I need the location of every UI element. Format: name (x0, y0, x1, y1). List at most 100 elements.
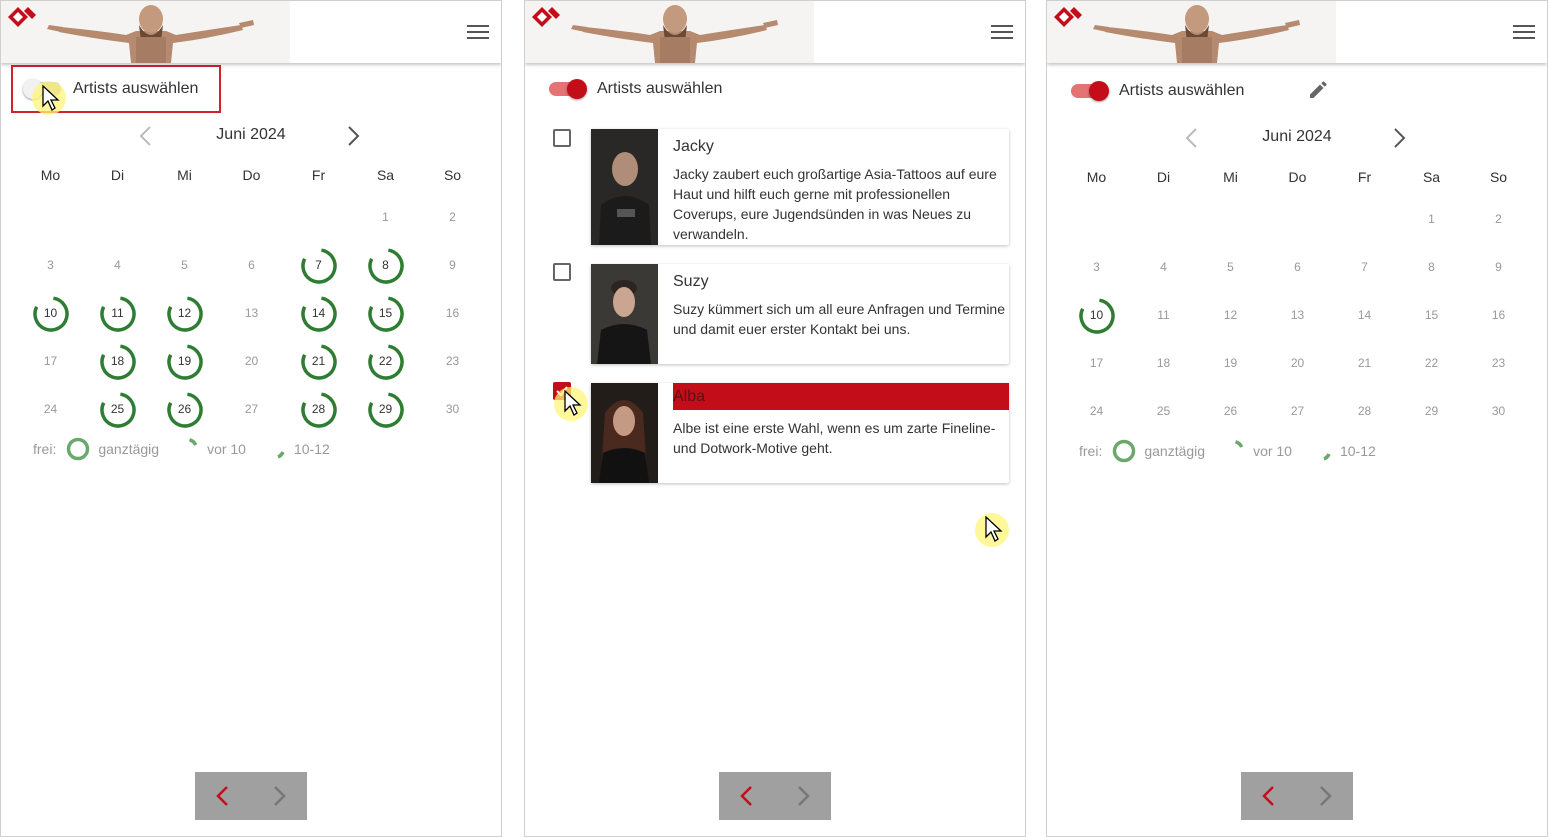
menu-icon[interactable] (467, 25, 489, 41)
artist-toggle-switch[interactable] (1069, 81, 1109, 101)
artist-checkbox[interactable] (553, 129, 571, 147)
calendar-day-number: 17 (1089, 356, 1104, 370)
calendar-day-number: 28 (311, 402, 326, 416)
artist-checkbox[interactable] (553, 263, 571, 281)
weekday-label: Sa (1422, 169, 1441, 185)
calendar-day: 30 (419, 385, 486, 433)
artist-card[interactable]: Alba Albe ist eine erste Wahl, wenn es u… (591, 383, 1009, 483)
panel-calendar-filtered: Artists auswählen Juni 2024 Mo Di Mi Do Fr Sa… (1046, 0, 1548, 837)
chevron-right-icon[interactable] (343, 125, 363, 147)
calendar-day: 1 (1398, 195, 1465, 243)
forward-button[interactable] (775, 772, 831, 820)
menu-icon[interactable] (1513, 25, 1535, 41)
calendar-day: 2 (419, 193, 486, 241)
calendar-day[interactable]: 10 (1063, 291, 1130, 339)
chevron-right-icon[interactable] (1389, 127, 1409, 149)
calendar-day[interactable]: 29 (352, 385, 419, 433)
weekday-label: Mi (1223, 169, 1238, 185)
calendar-day-number: 5 (181, 258, 188, 272)
weekday-label: Do (1288, 169, 1307, 185)
calendar-day: 4 (1130, 243, 1197, 291)
calendar-day-number: 8 (1428, 260, 1435, 274)
calendar-day[interactable]: 11 (84, 289, 151, 337)
forward-button[interactable] (251, 772, 307, 820)
back-button[interactable] (1241, 772, 1297, 820)
mouse-cursor-icon (564, 390, 582, 416)
back-button[interactable] (719, 772, 775, 820)
logo-diamond-icon[interactable] (1052, 5, 1084, 29)
legend-before-10: vor 10 (207, 441, 246, 457)
artist-toggle-row: Artists auswählen (547, 75, 722, 103)
calendar-day[interactable]: 25 (84, 385, 151, 433)
calendar-day-number: 21 (1357, 356, 1372, 370)
artist-description: Jacky zaubert euch großartige Asia-Tatto… (673, 166, 997, 242)
weekday-label: Mo (40, 167, 61, 183)
calendar-day: 13 (218, 289, 285, 337)
calendar-day: 3 (17, 241, 84, 289)
calendar-day: 11 (1130, 291, 1197, 339)
header-banner-image (525, 1, 814, 63)
calendar-day: 1 (352, 193, 419, 241)
logo-diamond-icon[interactable] (530, 5, 562, 29)
availability-legend: frei: ganztägig vor 10 10-12 (1079, 439, 1392, 463)
calendar-day: 25 (1130, 387, 1197, 435)
calendar-day-number: 1 (382, 210, 389, 224)
calendar-day[interactable]: 26 (151, 385, 218, 433)
10-12-arc-icon (1323, 453, 1331, 461)
calendar-day[interactable]: 15 (352, 289, 419, 337)
artist-name: Jacky (673, 138, 714, 155)
artist-toggle-label: Artists auswählen (1119, 82, 1245, 99)
calendar-day[interactable]: 14 (285, 289, 352, 337)
back-button[interactable] (195, 772, 251, 820)
calendar-day-number: 5 (1227, 260, 1234, 274)
calendar-day: 24 (17, 385, 84, 433)
panel-calendar-all: Artists auswählen Juni 2024 Mo Di Mi Do Fr Sa… (0, 0, 502, 837)
calendar-day[interactable]: 28 (285, 385, 352, 433)
calendar-day-number: 29 (378, 402, 393, 416)
calendar-day-number: 18 (110, 354, 125, 368)
calendar-grid: Mo Di Mi Do Fr Sa So 1 2 3 4 5 6 7 8 9 10 11 12 13 14 15 16 17 1… (17, 167, 487, 428)
artist-description: Albe ist eine erste Wahl, wenn es um zar… (673, 420, 996, 456)
artist-toggle-switch[interactable] (547, 79, 587, 99)
calendar-day[interactable]: 8 (352, 241, 419, 289)
calendar-day[interactable]: 22 (352, 337, 419, 385)
calendar-day[interactable]: 12 (151, 289, 218, 337)
calendar-day-number: 10 (1089, 308, 1104, 322)
calendar-day-number: 9 (1495, 260, 1502, 274)
menu-icon[interactable] (991, 25, 1013, 41)
calendar-day-number: 24 (1089, 404, 1104, 418)
calendar-day[interactable]: 19 (151, 337, 218, 385)
legend-full-day: ganztägig (1144, 443, 1206, 459)
month-navigation: Juni 2024 (1, 121, 501, 151)
calendar-day: 6 (218, 241, 285, 289)
artist-description: Suzy kümmert sich um all eure Anfragen u… (673, 301, 1006, 337)
chevron-right-icon (274, 786, 286, 806)
logo-diamond-icon[interactable] (6, 5, 38, 29)
chevron-left-icon (740, 786, 752, 806)
availability-legend: frei: ganztägig vor 10 10-12 (33, 437, 346, 461)
calendar-day-number: 26 (177, 402, 192, 416)
bottom-navigation (195, 772, 307, 820)
artist-card[interactable]: Suzy Suzy kümmert sich um all eure Anfra… (591, 264, 1009, 364)
calendar-day: 12 (1197, 291, 1264, 339)
calendar-day[interactable]: 10 (17, 289, 84, 337)
calendar-day-number: 25 (1156, 404, 1171, 418)
calendar-day: 8 (1398, 243, 1465, 291)
pencil-icon[interactable] (1307, 79, 1329, 101)
calendar-day-number: 16 (445, 306, 460, 320)
calendar-day: 9 (1465, 243, 1532, 291)
artist-toggle-label: Artists auswählen (597, 80, 723, 97)
weekday-label: So (443, 167, 462, 183)
artist-card[interactable]: Jacky Jacky zaubert euch großartige Asia… (591, 129, 1009, 245)
chevron-left-icon (216, 786, 228, 806)
calendar-day-number: 30 (1491, 404, 1506, 418)
chevron-right-icon (1320, 786, 1332, 806)
weekday-label: Mo (1086, 169, 1107, 185)
calendar-day: 2 (1465, 195, 1532, 243)
mouse-cursor-icon (42, 85, 60, 111)
calendar-day[interactable]: 21 (285, 337, 352, 385)
calendar-day[interactable]: 18 (84, 337, 151, 385)
forward-button[interactable] (1297, 772, 1353, 820)
artist-toggle-label: Artists auswählen (73, 80, 199, 97)
calendar-day[interactable]: 7 (285, 241, 352, 289)
